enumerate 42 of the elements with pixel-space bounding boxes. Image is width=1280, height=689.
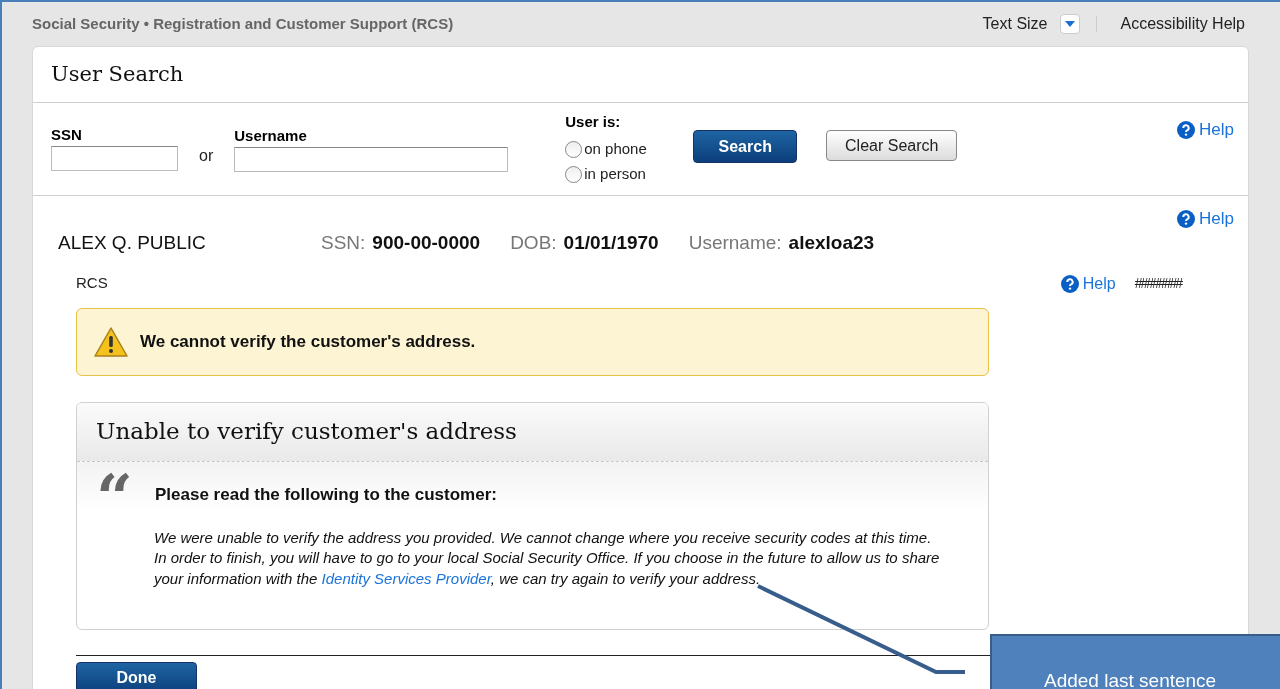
radio-label: on phone <box>584 138 647 159</box>
section-label: RCS <box>76 273 108 294</box>
warning-message: We cannot verify the customer's address. <box>140 330 476 353</box>
clear-search-button[interactable]: Clear Search <box>826 130 958 161</box>
code-text: ######## <box>1134 274 1181 293</box>
field-value: alexloa23 <box>788 231 875 255</box>
user-is-label: User is: <box>565 112 622 132</box>
help-link[interactable]: Help <box>1199 206 1234 232</box>
help-link[interactable]: Help <box>1082 271 1116 296</box>
radio-button[interactable] <box>565 140 583 158</box>
username-input[interactable] <box>234 147 509 172</box>
script-paragraph: We were unable to verify the address you provided. We cannot change where you receive security codes at this time. In order to finish, you will have to go to your local Social Security Office. If you choose in the future to allow us to share your information with the Identity Services Provider, we can try again to verify your address. <box>154 527 941 589</box>
help-link[interactable]: Help <box>1199 117 1234 143</box>
help-icon[interactable] <box>1060 274 1079 293</box>
panel-title: Unable to verify customer's address <box>96 417 517 447</box>
field-label: SSN <box>51 125 83 145</box>
accessibility-help-link[interactable]: Accessibility Help <box>1120 12 1245 36</box>
callout-note: Added last sentence <box>990 634 1280 689</box>
help-icon[interactable] <box>1177 120 1196 139</box>
caret-icon <box>1064 21 1075 27</box>
text-size-dropdown[interactable] <box>1059 14 1080 34</box>
radio-label: in person <box>584 163 646 184</box>
radio-button[interactable] <box>565 165 583 183</box>
text-size-label: Text Size <box>982 14 1048 34</box>
or-label: or <box>199 146 214 166</box>
customer-name: ALEX Q. PUBLIC <box>58 231 207 255</box>
done-button[interactable]: Done <box>76 661 197 689</box>
field-label: Username <box>234 126 308 146</box>
help-icon[interactable] <box>1177 210 1196 228</box>
ssn-input[interactable] <box>51 146 178 171</box>
field-value: 01/01/1970 <box>563 231 659 255</box>
provider-link[interactable]: Identity Services Provider <box>321 569 491 587</box>
quote-mark: “ <box>96 473 134 514</box>
search-button[interactable]: Search <box>693 130 798 163</box>
field-value: 900-00-0000 <box>372 231 481 255</box>
app-title: Social Security • Registration and Customer Support (RCS) <box>32 13 454 34</box>
field-label: DOB: <box>510 231 557 255</box>
panel-heading: Please read the following to the customer: <box>155 483 497 506</box>
field-label: Username: <box>688 231 782 255</box>
warning-icon <box>94 326 128 357</box>
field-label: SSN: <box>321 231 366 255</box>
page-title: User Search <box>51 60 184 88</box>
